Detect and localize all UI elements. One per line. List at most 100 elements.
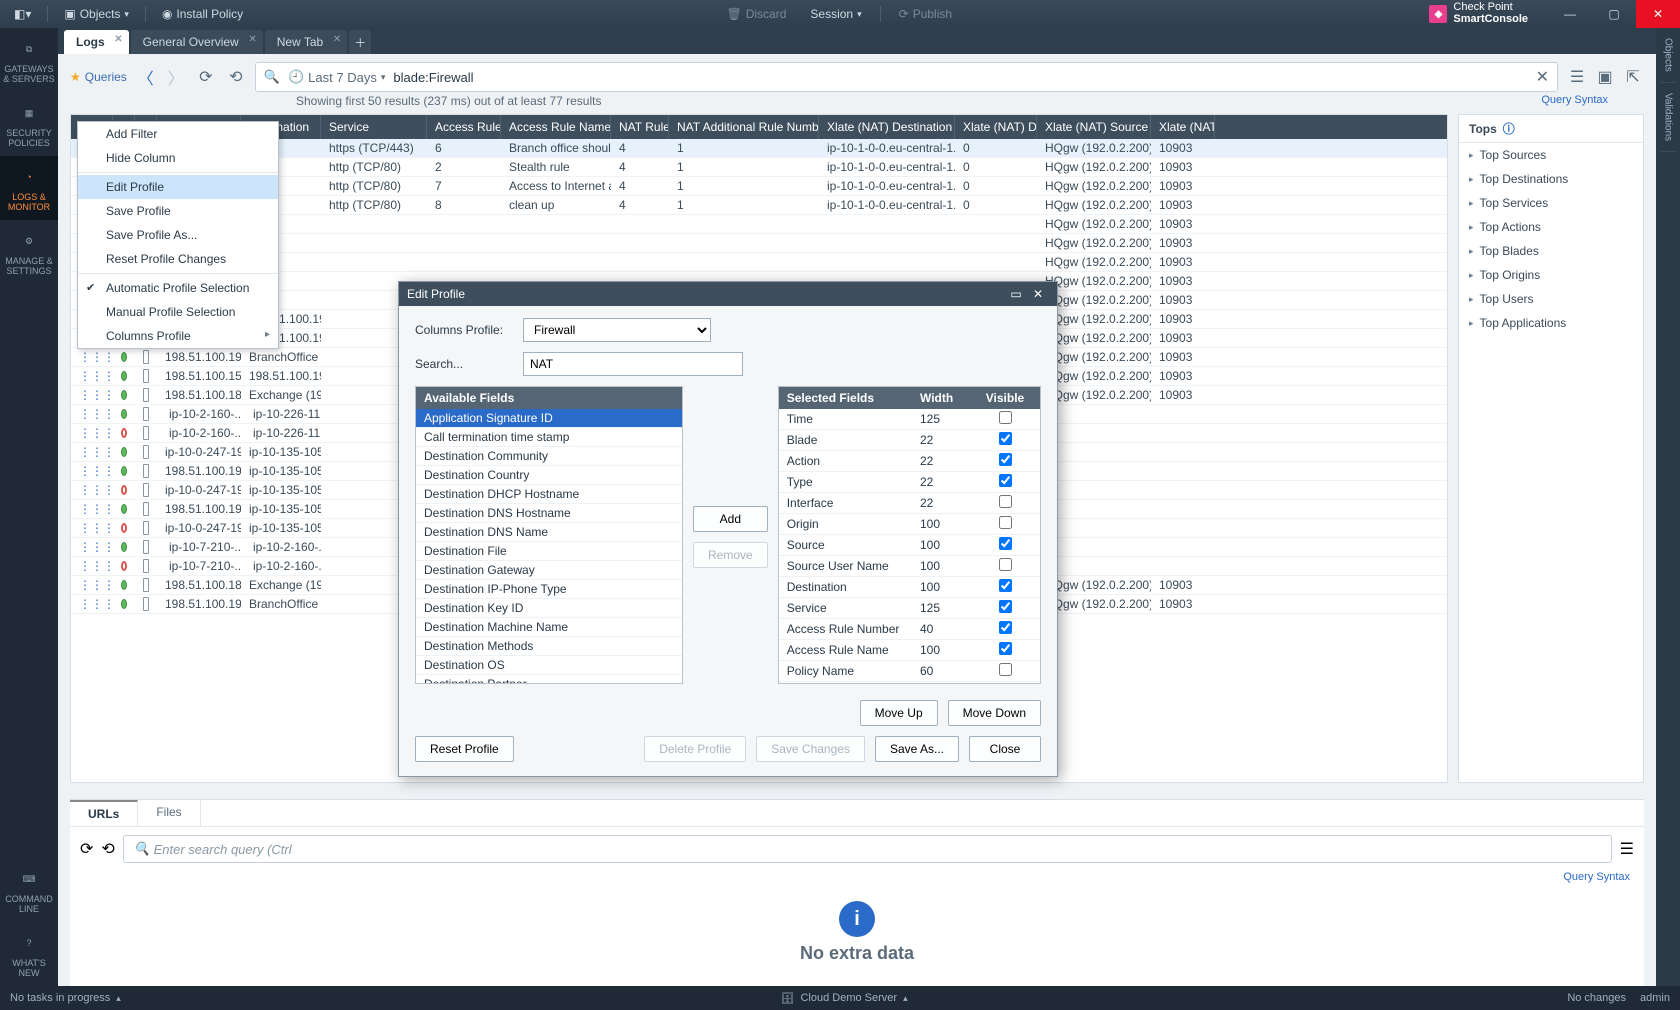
refresh-icon[interactable]: ⟳ [80,839,93,859]
reset-profile-button[interactable]: Reset Profile [415,736,514,762]
move-down-button[interactable]: Move Down [948,700,1041,726]
tab-new[interactable]: New Tab✕ [265,30,347,54]
nav-policies[interactable]: ▦SECURITY POLICIES [0,92,58,156]
col-access-rule-name[interactable]: Access Rule Name [501,115,611,139]
menu-save-profile-as[interactable]: Save Profile As... [78,223,278,247]
col-xlate-dest-port[interactable]: Xlate (NAT) D... [955,115,1037,139]
window-restore[interactable]: ▢ [1592,0,1636,28]
close-icon[interactable]: ✕ [333,34,341,45]
delete-profile-button[interactable]: Delete Profile [644,736,746,762]
card-view-icon[interactable]: ▣ [1594,66,1616,88]
refresh-icon[interactable]: ⟳ [195,66,217,88]
install-policy[interactable]: ◉Install Policy [156,7,249,21]
query-syntax-link[interactable]: Query Syntax [1541,94,1608,108]
discard-button[interactable]: 🗑Discard [720,6,792,22]
close-button[interactable]: Close [969,736,1041,762]
list-item[interactable]: Destination File [416,542,682,561]
list-item[interactable]: Destination100 [779,577,1040,598]
time-range[interactable]: 🕘Last 7 Days▾ [288,69,385,85]
visible-checkbox[interactable] [999,558,1012,571]
list-item[interactable]: Destination Country [416,466,682,485]
list-item[interactable]: Destination Community [416,447,682,466]
visible-checkbox[interactable] [999,453,1012,466]
export-icon[interactable]: ⇱ [1622,66,1644,88]
lower-tab-files[interactable]: Files [138,800,200,826]
nav-gateways[interactable]: ⧉GATEWAYS & SERVERS [0,28,58,92]
list-item[interactable]: Destination Partner [416,675,682,683]
auto-refresh-icon[interactable]: ⟲ [225,66,247,88]
list-item[interactable]: Destination DHCP Hostname [416,485,682,504]
list-item[interactable]: Service125 [779,598,1040,619]
app-menu[interactable]: ◧▾ [8,7,37,21]
nav-cmdline[interactable]: ⌨COMMAND LINE [0,858,58,922]
objects-menu[interactable]: ▣Objects▾ [58,7,135,21]
col-xlate-src-ip[interactable]: Xlate (NAT) Source IP [1037,115,1151,139]
col-service[interactable]: Service [321,115,427,139]
list-item[interactable]: Destination Methods [416,637,682,656]
add-button[interactable]: Add [693,506,768,532]
visible-checkbox[interactable] [999,663,1012,676]
list-item[interactable]: Action22 [779,451,1040,472]
clear-icon[interactable]: ✕ [1536,67,1549,87]
lower-tab-urls[interactable]: URLs [70,800,138,826]
nav-back[interactable]: 〈 [135,66,157,88]
tops-item[interactable]: Top Services [1459,191,1643,215]
list-icon[interactable]: ☰ [1620,839,1634,859]
visible-checkbox[interactable] [999,432,1012,445]
menu-manual-profile[interactable]: Manual Profile Selection [78,300,278,324]
menu-add-filter[interactable]: Add Filter [78,122,278,146]
visible-checkbox[interactable] [999,537,1012,550]
rtab-validations[interactable]: Validations [1661,83,1676,152]
nav-whatsnew[interactable]: ?WHAT'S NEW [0,922,58,986]
list-item[interactable]: Type22 [779,472,1040,493]
list-item[interactable]: Access Rule Name100 [779,640,1040,661]
close-icon[interactable]: ✕ [114,34,122,45]
list-item[interactable]: Time125 [779,409,1040,430]
list-item[interactable]: Description400 [779,682,1040,683]
visible-checkbox[interactable] [999,495,1012,508]
list-view-icon[interactable]: ☰ [1566,66,1588,88]
visible-checkbox[interactable] [999,516,1012,529]
window-minimize[interactable]: — [1548,0,1592,28]
list-item[interactable]: Application Signature ID [416,409,682,428]
window-close[interactable]: ✕ [1636,0,1680,28]
visible-checkbox[interactable] [999,579,1012,592]
col-xlate-dest-ip[interactable]: Xlate (NAT) Destination IP [819,115,955,139]
search-input[interactable]: 🔍 🕘Last 7 Days▾ blade:Firewall ✕ [255,62,1558,92]
col-xlate-src-port[interactable]: Xlate (NAT)... [1151,115,1215,139]
list-item[interactable]: Destination IP-Phone Type [416,580,682,599]
profile-select[interactable]: Firewall [523,318,711,342]
list-item[interactable]: Call termination time stamp [416,428,682,447]
tops-item[interactable]: Top Users [1459,287,1643,311]
dialog-close[interactable]: ✕ [1027,287,1049,301]
list-item[interactable]: Destination DNS Name [416,523,682,542]
list-item[interactable]: Destination Gateway [416,561,682,580]
tab-add[interactable]: ＋ [349,30,371,54]
status-tasks[interactable]: No tasks in progress▴ [10,992,121,1004]
list-item[interactable]: Policy Name60 [779,661,1040,682]
tab-overview[interactable]: General Overview✕ [131,30,263,54]
menu-edit-profile[interactable]: Edit Profile [78,175,278,199]
visible-checkbox[interactable] [999,474,1012,487]
search-field[interactable] [523,352,743,376]
list-item[interactable]: Source100 [779,535,1040,556]
menu-reset-profile[interactable]: Reset Profile Changes [78,247,278,271]
session-menu[interactable]: Session▾ [804,6,867,22]
tops-item[interactable]: Top Applications [1459,311,1643,335]
list-item[interactable]: Access Rule Number40 [779,619,1040,640]
list-item[interactable]: Source User Name100 [779,556,1040,577]
tops-item[interactable]: Top Destinations [1459,167,1643,191]
tops-item[interactable]: Top Sources [1459,143,1643,167]
list-item[interactable]: Destination Key ID [416,599,682,618]
list-item[interactable]: Blade22 [779,430,1040,451]
menu-columns-profile[interactable]: Columns Profile [78,324,278,348]
dialog-restore[interactable]: ▭ [1005,287,1027,301]
visible-checkbox[interactable] [999,600,1012,613]
auto-refresh-icon[interactable]: ⟲ [101,839,114,859]
visible-checkbox[interactable] [999,411,1012,424]
tops-item[interactable]: Top Origins [1459,263,1643,287]
tops-item[interactable]: Top Blades [1459,239,1643,263]
list-item[interactable]: Destination Machine Name [416,618,682,637]
nav-manage[interactable]: ⚙MANAGE & SETTINGS [0,220,58,284]
move-up-button[interactable]: Move Up [860,700,938,726]
